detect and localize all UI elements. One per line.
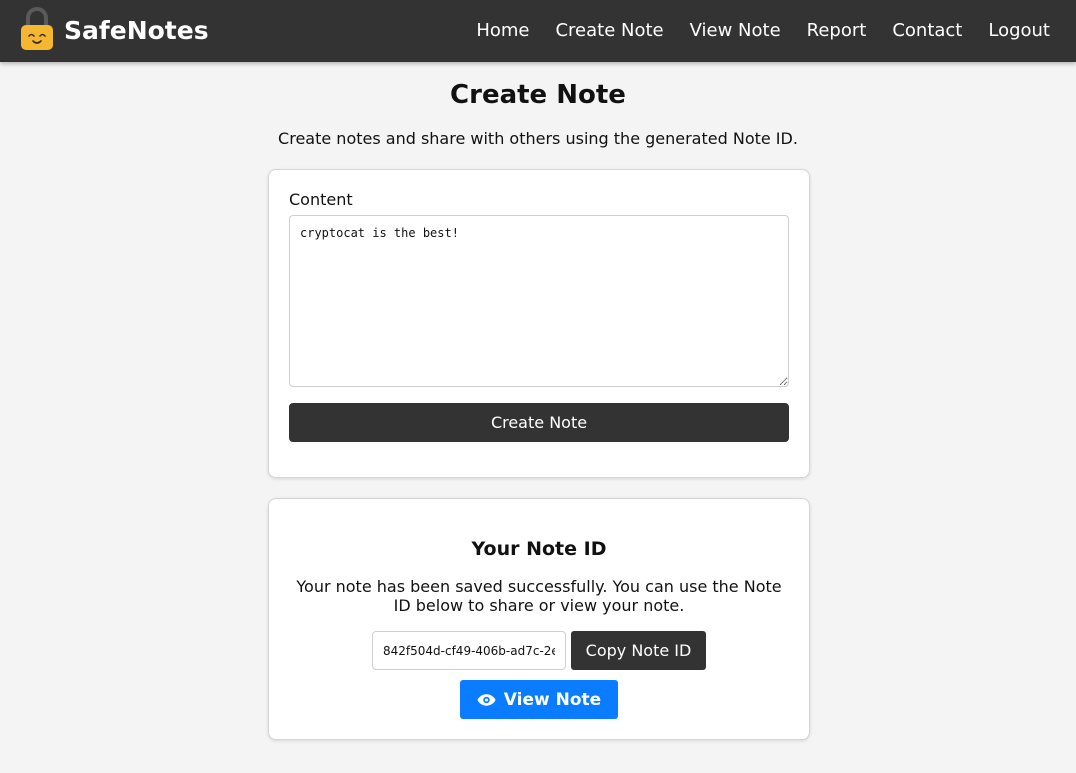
copy-note-id-button[interactable]: Copy Note ID [571,631,706,670]
nav-link-home[interactable]: Home [476,20,529,41]
nav-link-logout[interactable]: Logout [988,20,1050,41]
view-note-label: View Note [503,689,602,710]
note-id-heading: Your Note ID [471,538,607,560]
brand-name: SafeNotes [64,15,209,45]
page-subtitle: Create notes and share with others using… [278,129,798,148]
padlock-logo-icon [21,7,53,50]
success-message: Your note has been saved successfully. Y… [296,577,782,615]
view-note-button[interactable]: View Note [460,680,618,719]
note-id-field[interactable] [372,631,566,670]
note-id-card: Your Note ID Your note has been saved su… [268,498,810,740]
create-note-card: Content cryptocat is the best! Create No… [268,169,810,478]
brand[interactable]: SafeNotes [20,4,209,52]
nav-link-create-note[interactable]: Create Note [555,20,663,41]
content-label: Content [289,190,353,209]
nav-link-view-note[interactable]: View Note [690,20,781,41]
top-navbar: SafeNotes Home Create Note View Note Rep… [0,0,1076,62]
eye-icon [477,693,496,706]
nav-link-contact[interactable]: Contact [892,20,962,41]
nav-links: Home Create Note View Note Report Contac… [450,0,1050,60]
content-textarea[interactable]: cryptocat is the best! [289,215,789,387]
nav-link-report[interactable]: Report [807,20,867,41]
page-title: Create Note [450,80,626,110]
create-note-button[interactable]: Create Note [289,403,789,442]
